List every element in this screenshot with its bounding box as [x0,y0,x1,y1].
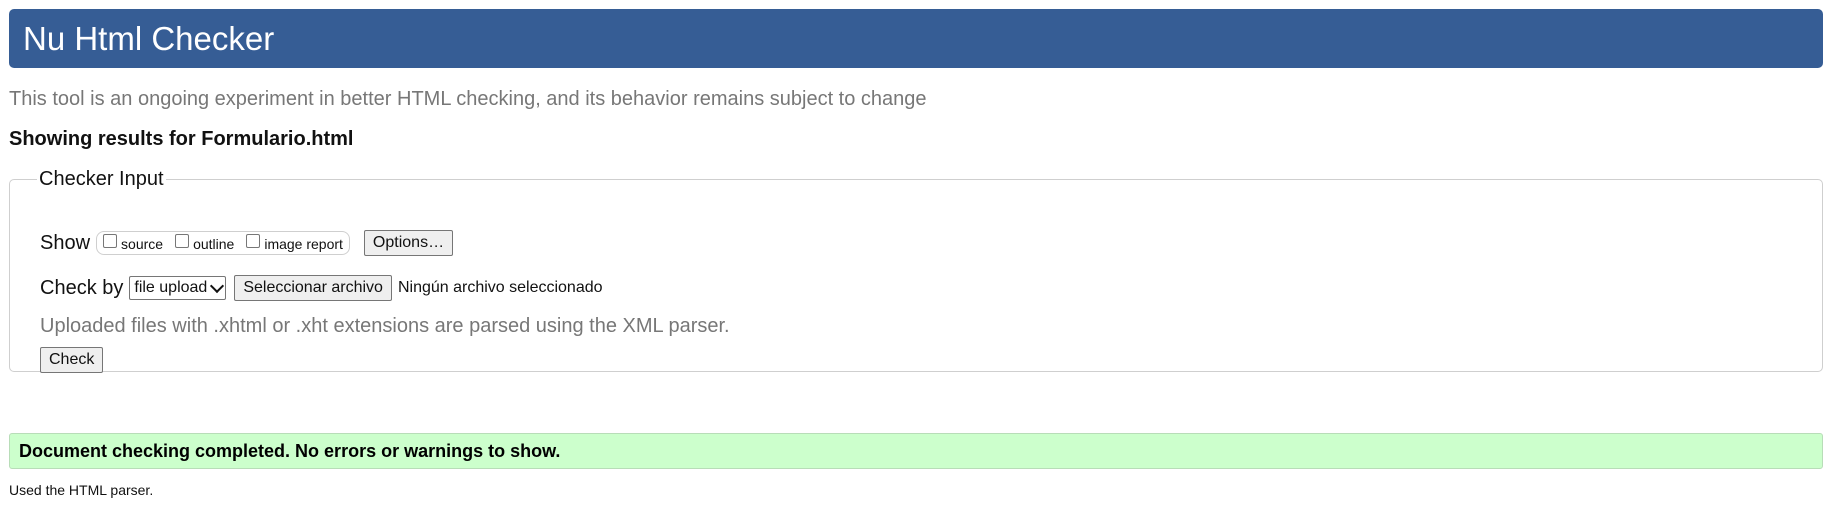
xml-parser-note: Uploaded files with .xhtml or .xht exten… [40,315,730,337]
show-options-group: source outline image report [96,231,350,255]
check-method-select[interactable]: file upload [129,276,227,300]
checker-input-legend: Checker Input [39,168,164,190]
check-button[interactable]: Check [40,347,104,373]
page-title-banner: Nu Html Checker [9,9,1823,68]
validation-success-status: Document checking completed. No errors o… [9,433,1823,469]
select-file-button[interactable]: Seleccionar archivo [234,275,392,301]
selected-check-method: file upload [134,279,208,296]
show-outline-option[interactable]: outline [175,234,235,252]
image-report-checkbox[interactable] [246,234,261,248]
chevron-down-icon [210,278,225,293]
check-by-label: Check by [40,276,124,299]
experimental-tool-notice: This tool is an ongoing experiment in be… [9,88,927,110]
show-label: Show [40,231,91,254]
results-for-heading: Showing results for Formulario.html [9,128,354,150]
checker-input-panel: Checker Input Show source outline image … [9,168,1823,373]
outline-label: outline [193,236,235,252]
options-button[interactable]: Options… [363,230,454,256]
selected-file-status: Ningún archivo seleccionado [397,279,603,296]
check-action-row: Check [40,347,104,373]
show-source-option[interactable]: source [103,234,164,252]
source-label: source [121,236,164,252]
parser-used-note: Used the HTML parser. [9,482,154,498]
source-checkbox[interactable] [103,234,118,248]
check-by-row: Check by file upload Seleccionar archivo… [40,275,603,301]
page-title: Nu Html Checker [23,19,275,57]
outline-checkbox[interactable] [175,234,190,248]
show-image-report-option[interactable]: image report [246,234,343,252]
validation-status-message: Document checking completed. No errors o… [19,440,561,461]
show-options-row: Show source outline image report Options… [40,230,454,256]
image-report-label: image report [264,236,343,252]
checker-page: Nu Html Checker This tool is an ongoing … [0,0,1832,505]
